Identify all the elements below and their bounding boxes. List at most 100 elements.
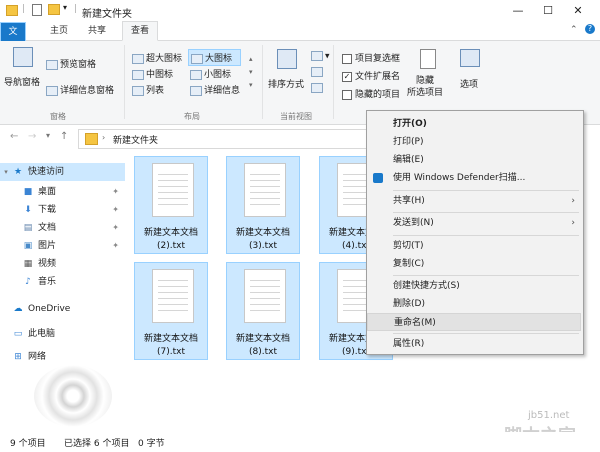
layout-list[interactable]: 列表: [132, 83, 164, 96]
nav-item-downloads[interactable]: ⬇ 下载 ✦: [0, 201, 125, 219]
file-name-line2: (7).txt: [157, 347, 185, 357]
layout-list-label: 列表: [146, 86, 165, 96]
nav-label: 图片: [38, 241, 57, 251]
new-folder-icon[interactable]: [48, 4, 60, 15]
menu-item-send-to[interactable]: 发送到(N) ›: [367, 214, 581, 232]
ribbon-divider: [333, 45, 334, 119]
chevron-down-icon[interactable]: ▾: [0, 163, 12, 181]
options-button[interactable]: 选项: [460, 77, 478, 90]
music-icon: ♪: [25, 277, 31, 287]
folder-icon: [85, 133, 98, 145]
star-icon: ★: [13, 167, 23, 177]
add-columns-button[interactable]: [311, 67, 325, 78]
menu-item-defender-scan[interactable]: 使用 Windows Defender扫描...: [367, 169, 581, 187]
selected-size: 0 字节: [138, 439, 165, 449]
desktop-icon: ■: [23, 187, 33, 197]
item-count: 9 个项目: [10, 439, 46, 449]
menu-item-edit[interactable]: 编辑(E): [367, 151, 581, 169]
sort-icon: [277, 49, 297, 69]
tab-view[interactable]: 查看: [122, 21, 159, 41]
item-checkboxes-toggle[interactable]: 项目复选框: [342, 51, 400, 64]
file-item[interactable]: 新建文本文档 (8).txt: [226, 262, 300, 360]
details-icon: [190, 85, 202, 96]
file-name: 新建文本文档 (8).txt: [227, 333, 299, 359]
address-input[interactable]: › 新建文件夹: [78, 129, 370, 149]
nav-item-music[interactable]: ♪ 音乐: [0, 273, 125, 291]
picture-icon: ▣: [23, 241, 33, 251]
details-pane-icon: [46, 85, 58, 96]
nav-item-videos[interactable]: ▦ 视频: [0, 255, 125, 273]
file-name-line1: 新建文本文档: [143, 334, 198, 344]
layout-small-icons[interactable]: 小图标: [190, 67, 231, 80]
file-extensions-toggle[interactable]: ✓ 文件扩展名: [342, 69, 400, 82]
properties-icon[interactable]: [32, 4, 42, 16]
large-icons-icon: [191, 53, 203, 64]
cloud-icon: ☁: [13, 304, 23, 314]
qat-dropdown-icon[interactable]: ▾: [63, 3, 67, 12]
menu-item-properties[interactable]: 属性(R): [367, 335, 581, 353]
close-button[interactable]: ✕: [563, 0, 593, 22]
nav-item-network[interactable]: ⊞ 网络: [0, 348, 125, 366]
checkbox-icon: [342, 53, 352, 64]
ribbon-tabs: 文件 主页 共享 查看 ⌃ ?: [0, 21, 600, 120]
forward-arrow-icon[interactable]: →: [28, 131, 36, 142]
menu-item-copy[interactable]: 复制(C): [367, 255, 581, 273]
nav-item-quick-access[interactable]: ▾ ★ 快速访问: [0, 163, 125, 181]
nav-label: 网络: [28, 352, 47, 362]
menu-item-cut[interactable]: 剪切(T): [367, 237, 581, 255]
hidden-items-toggle[interactable]: 隐藏的项目: [342, 87, 400, 100]
file-name-line1: 新建文本文档: [235, 334, 290, 344]
nav-item-desktop[interactable]: ■ 桌面 ✦: [0, 183, 125, 201]
layout-scroll-icon[interactable]: ▴ ▾ ▾: [249, 53, 253, 92]
chevron-right-icon[interactable]: ›: [102, 133, 105, 142]
up-arrow-icon[interactable]: ↑: [60, 131, 68, 142]
ribbon-collapse-icon[interactable]: ⌃: [570, 25, 578, 35]
menu-item-create-shortcut[interactable]: 创建快捷方式(S): [367, 277, 581, 295]
group-by-button[interactable]: ▾: [311, 51, 330, 62]
back-arrow-icon[interactable]: ←: [10, 131, 18, 142]
menu-item-print[interactable]: 打印(P): [367, 133, 581, 151]
nav-label: OneDrive: [28, 304, 71, 314]
nav-item-this-pc[interactable]: ▭ 此电脑: [0, 325, 125, 343]
file-name-line1: 新建文本文档: [143, 228, 198, 238]
nav-item-pictures[interactable]: ▣ 图片 ✦: [0, 237, 125, 255]
sort-by-button[interactable]: 排序方式: [268, 77, 304, 90]
title-separator: |: [74, 4, 78, 14]
navigation-pane: ▾ ★ 快速访问 ■ 桌面 ✦ ⬇ 下载 ✦ ▤ 文档 ✦ ▣ 图片 ✦ ▦ 视频 ♪ 音乐 ☁ OneD…: [0, 155, 128, 427]
item-checkboxes-label: 项目复选框: [355, 54, 401, 64]
size-columns-button[interactable]: [311, 83, 325, 94]
text-file-icon: [152, 269, 194, 323]
help-icon[interactable]: ?: [585, 24, 595, 34]
nav-item-documents[interactable]: ▤ 文档 ✦: [0, 219, 125, 237]
file-item[interactable]: 新建文本文档 (3).txt: [226, 156, 300, 254]
recent-dropdown-icon[interactable]: ▾: [46, 131, 50, 140]
hide-selected-label-1: 隐藏: [416, 76, 435, 86]
hide-selected-button[interactable]: 隐藏 所选项目: [407, 75, 443, 99]
file-name: 新建文本文档 (3).txt: [227, 227, 299, 253]
minimize-button[interactable]: —: [503, 0, 533, 22]
menu-item-share[interactable]: 共享(H) ›: [367, 192, 581, 210]
file-item[interactable]: 新建文本文档 (2).txt: [134, 156, 208, 254]
preview-pane-button[interactable]: 预览窗格: [46, 57, 96, 70]
maximize-button[interactable]: ☐: [533, 0, 563, 22]
layout-extra-large-icons[interactable]: 超大图标: [132, 51, 182, 64]
layout-extra-large-label: 超大图标: [146, 54, 183, 64]
tab-share[interactable]: 共享: [80, 22, 114, 40]
file-item[interactable]: 新建文本文档 (7).txt: [134, 262, 208, 360]
tab-home[interactable]: 主页: [42, 22, 76, 40]
size-columns-icon: [311, 83, 323, 93]
context-menu: 打开(O) 打印(P) 编辑(E) 使用 Windows Defender扫描.…: [366, 110, 584, 355]
menu-item-open[interactable]: 打开(O): [367, 115, 581, 133]
nav-pane-button[interactable]: 导航窗格: [4, 75, 40, 88]
layout-details[interactable]: 详细信息: [190, 83, 240, 96]
nav-item-onedrive[interactable]: ☁ OneDrive: [0, 300, 125, 318]
details-pane-button[interactable]: 详细信息窗格: [46, 83, 114, 96]
hide-selected-label-2: 所选项目: [407, 88, 444, 98]
menu-item-rename[interactable]: 重命名(M): [367, 313, 581, 331]
layout-large-icons[interactable]: 大图标: [188, 49, 242, 66]
file-extensions-label: 文件扩展名: [355, 72, 401, 82]
menu-item-label: 发送到(N): [393, 218, 434, 228]
layout-medium-icons[interactable]: 中图标: [132, 67, 173, 80]
address-path[interactable]: 新建文件夹: [113, 133, 158, 146]
menu-item-delete[interactable]: 删除(D): [367, 295, 581, 313]
